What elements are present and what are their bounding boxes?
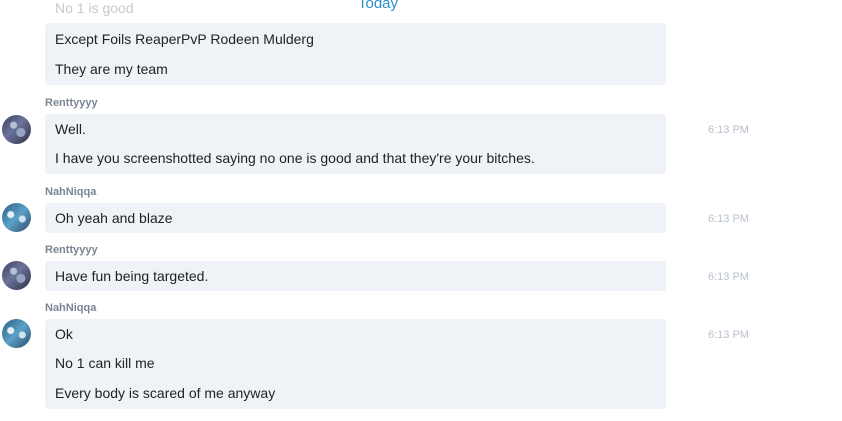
message-text: They are my team xyxy=(55,61,168,77)
sender-name[interactable]: Renttyyyy xyxy=(45,97,98,109)
sender-name[interactable]: NahNiqqa xyxy=(45,302,96,314)
faded-previous-message: No 1 is good xyxy=(55,0,134,16)
message-text: Oh yeah and blaze xyxy=(55,210,173,226)
avatar[interactable] xyxy=(2,261,31,290)
chat-transcript: No 1 is good Today Except Foils ReaperPv… xyxy=(0,0,842,421)
avatar[interactable] xyxy=(2,203,31,232)
message-bubble: Except Foils ReaperPvP Rodeen Mulderg Th… xyxy=(45,23,666,85)
message-text: Have fun being targeted. xyxy=(55,268,209,284)
message-text: No 1 can kill me xyxy=(55,355,155,371)
message-bubble: Ok No 1 can kill me Every body is scared… xyxy=(45,319,666,409)
message-timestamp: 6:13 PM xyxy=(708,271,749,283)
message-text: Except Foils ReaperPvP Rodeen Mulderg xyxy=(55,31,314,47)
message-timestamp: 6:13 PM xyxy=(708,124,749,136)
message-bubble: Well. I have you screenshotted saying no… xyxy=(45,114,666,174)
avatar[interactable] xyxy=(2,115,31,144)
message-text: Well. xyxy=(55,121,86,137)
sender-name[interactable]: NahNiqqa xyxy=(45,186,96,198)
date-divider: Today xyxy=(356,0,401,12)
sender-name[interactable]: Renttyyyy xyxy=(45,244,98,256)
message-bubble: Have fun being targeted. xyxy=(45,261,666,291)
message-text: I have you screenshotted saying no one i… xyxy=(55,150,535,166)
message-timestamp: 6:13 PM xyxy=(708,213,749,225)
message-text: Ok xyxy=(55,326,73,342)
message-text: Every body is scared of me anyway xyxy=(55,385,276,401)
avatar[interactable] xyxy=(2,319,31,348)
message-timestamp: 6:13 PM xyxy=(708,329,749,341)
message-bubble: Oh yeah and blaze xyxy=(45,203,666,233)
